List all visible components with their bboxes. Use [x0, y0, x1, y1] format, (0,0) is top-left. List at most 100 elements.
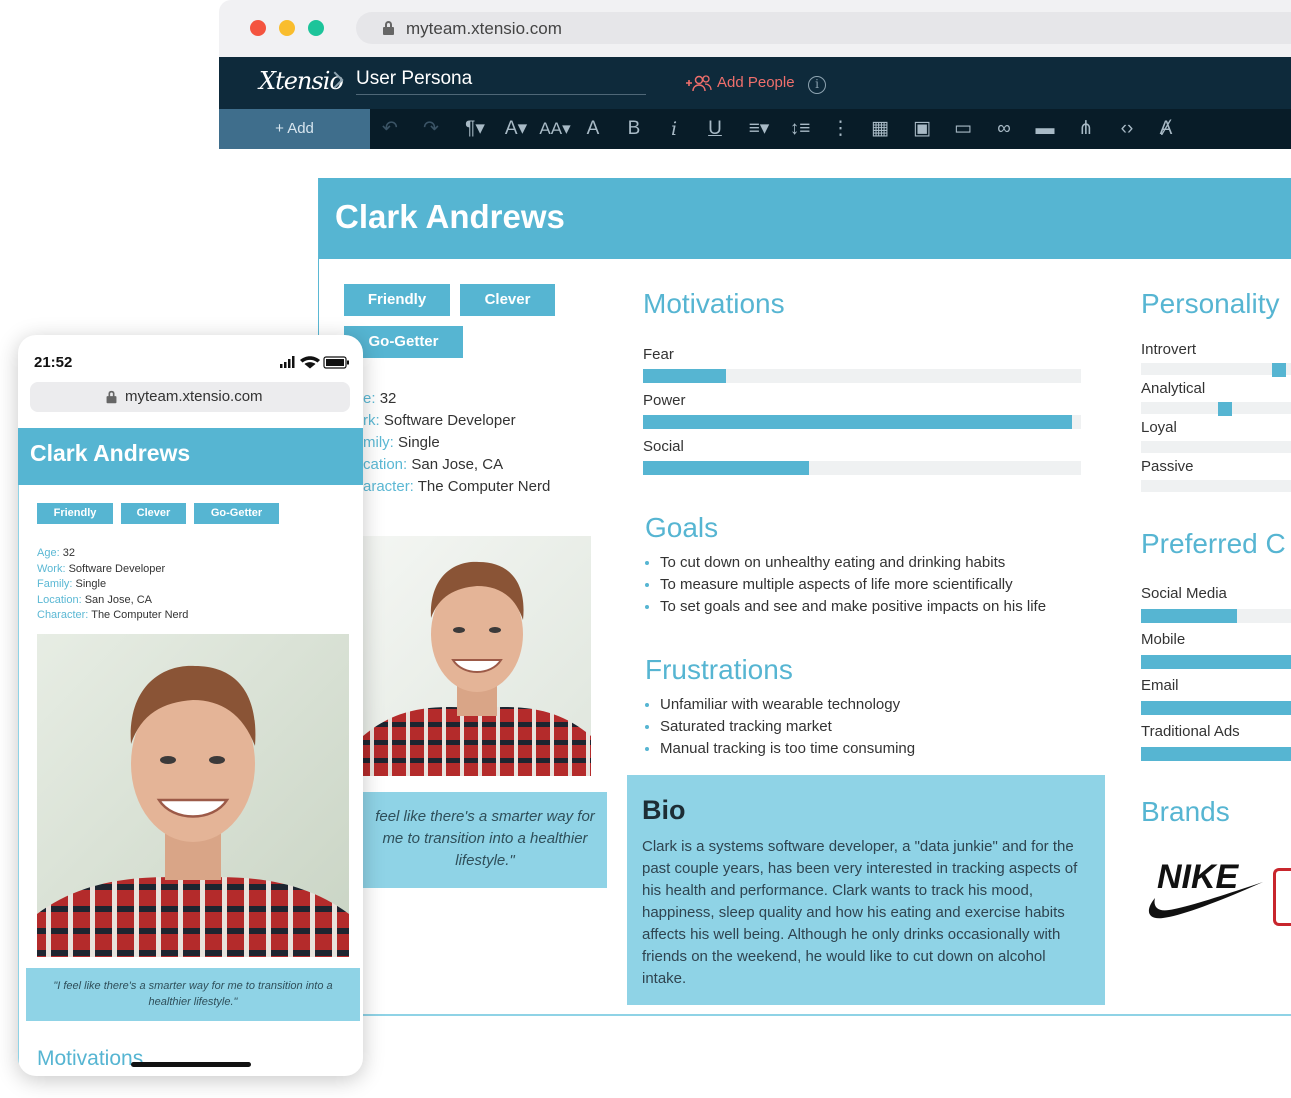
persona-quote[interactable]: feel like there's a smarter way for me t…: [363, 792, 607, 888]
mobile-tag-friendly[interactable]: Friendly: [37, 503, 113, 524]
text-highlight-icon[interactable]: A: [583, 109, 603, 149]
editor-toolbar: + Add ↶ ↷ ¶▾ A▾ AA▾ A B i U ≡▾ ↕≡ ⋮ ▦ ▣ …: [219, 109, 1291, 149]
brands-title[interactable]: Brands: [1141, 796, 1230, 828]
lock-icon: [383, 21, 394, 35]
personality-slider-introvert[interactable]: [1141, 363, 1291, 377]
bio-section[interactable]: Bio Clark is a systems software develope…: [627, 775, 1105, 1005]
add-people-button[interactable]: Add People: [685, 74, 795, 92]
channel-label-mobile: Mobile: [1141, 631, 1186, 648]
motivation-label-power: Power: [643, 392, 686, 409]
table-icon[interactable]: ▦: [868, 109, 892, 149]
persona-document: Clark Andrews Friendly Clever Go-Getter …: [318, 178, 1291, 1016]
info-work: rk: Software Developer: [363, 412, 516, 429]
mobile-tag-go-getter[interactable]: Go-Getter: [194, 503, 279, 524]
embed-code-icon[interactable]: ‹›: [1114, 109, 1140, 149]
list-item[interactable]: Unfamiliar with wearable technology: [643, 694, 1093, 716]
info-location: cation: San Jose, CA: [363, 456, 504, 473]
motivations-title[interactable]: Motivations: [643, 288, 785, 320]
channel-bar-email[interactable]: [1141, 701, 1291, 715]
paragraph-icon[interactable]: ¶▾: [458, 109, 492, 149]
browser-chrome: myteam.xtensio.com: [219, 0, 1291, 57]
status-icons: [280, 356, 349, 369]
personality-slider-passive[interactable]: [1141, 480, 1291, 492]
list-item[interactable]: To cut down on unhealthy eating and drin…: [643, 552, 1093, 574]
mobile-info-list: Age: 32 Work: Software Developer Family:…: [37, 546, 188, 624]
share-icon[interactable]: ⋔: [1074, 109, 1098, 149]
nike-logo[interactable]: NIKE: [1141, 852, 1265, 924]
frustrations-title[interactable]: Frustrations: [645, 654, 793, 686]
mobile-tag-clever[interactable]: Clever: [121, 503, 186, 524]
font-color-icon[interactable]: A▾: [500, 109, 532, 149]
lock-icon: [106, 390, 117, 404]
underline-icon[interactable]: U: [705, 109, 725, 149]
motivation-bar-fear[interactable]: [643, 369, 1081, 383]
goals-title[interactable]: Goals: [645, 512, 718, 544]
align-icon[interactable]: ≡▾: [742, 109, 776, 149]
svg-text:NIKE: NIKE: [1157, 858, 1240, 896]
mobile-info-location: Location: San Jose, CA: [37, 593, 152, 606]
motivation-label-social: Social: [643, 438, 684, 455]
mobile-persona-name[interactable]: Clark Andrews: [30, 440, 190, 467]
clear-format-icon[interactable]: Ⱥ: [1155, 109, 1177, 149]
slider-handle[interactable]: [1272, 363, 1286, 377]
app-navbar: Xtensio User Persona Add People i: [219, 57, 1291, 109]
list-item[interactable]: Saturated tracking market: [643, 716, 1093, 738]
minimize-window-button[interactable]: [279, 20, 295, 36]
font-size-icon[interactable]: AA▾: [537, 109, 573, 149]
info-age: e: 32: [363, 390, 397, 407]
address-bar[interactable]: myteam.xtensio.com: [356, 12, 1291, 44]
close-window-button[interactable]: [250, 20, 266, 36]
persona-photo[interactable]: [363, 536, 591, 776]
list-item[interactable]: Manual tracking is too time consuming: [643, 738, 1093, 760]
persona-name[interactable]: Clark Andrews: [335, 198, 565, 236]
motivation-bar-power[interactable]: [643, 415, 1081, 429]
channel-label-social-media: Social Media: [1141, 585, 1227, 602]
motivation-bar-social[interactable]: [643, 461, 1081, 475]
maximize-window-button[interactable]: [308, 20, 324, 36]
mobile-persona-photo[interactable]: [37, 634, 349, 957]
preferred-channels-title[interactable]: Preferred C: [1141, 528, 1286, 560]
mobile-motivations-title[interactable]: Motivations: [37, 1047, 143, 1071]
url-text: myteam.xtensio.com: [406, 19, 562, 38]
mobile-address-bar[interactable]: myteam.xtensio.com: [30, 382, 350, 412]
list-item[interactable]: To measure multiple aspects of life more…: [643, 574, 1093, 596]
tag-clever[interactable]: Clever: [460, 284, 555, 316]
desktop-browser-window: myteam.xtensio.com Xtensio User Persona …: [219, 0, 1291, 1098]
personality-label-loyal: Loyal: [1141, 419, 1177, 436]
document-title-underline: [356, 94, 646, 95]
personality-slider-loyal[interactable]: [1141, 441, 1291, 453]
line-height-icon[interactable]: ↕≡: [782, 109, 818, 149]
goals-list: To cut down on unhealthy eating and drin…: [643, 552, 1093, 618]
image-icon[interactable]: ▣: [910, 109, 934, 149]
personality-slider-analytical[interactable]: [1141, 402, 1291, 416]
list-item[interactable]: To set goals and see and make positive i…: [643, 596, 1093, 618]
slider-handle[interactable]: [1218, 402, 1232, 416]
mobile-info-character: Character: The Computer Nerd: [37, 609, 189, 622]
add-people-icon: [686, 75, 712, 92]
more-icon[interactable]: ⋮: [831, 109, 850, 149]
video-icon[interactable]: ▭: [951, 109, 975, 149]
add-people-label: Add People: [717, 74, 795, 91]
channel-bar-traditional-ads[interactable]: [1141, 747, 1291, 761]
home-indicator[interactable]: [131, 1062, 251, 1067]
italic-icon[interactable]: i: [666, 109, 682, 149]
redo-icon[interactable]: ↷: [420, 109, 442, 149]
mobile-url-text: myteam.xtensio.com: [125, 388, 263, 405]
personality-title[interactable]: Personality: [1141, 288, 1280, 320]
undo-icon[interactable]: ↶: [379, 109, 401, 149]
add-block-button[interactable]: + Add: [219, 109, 370, 149]
bold-icon[interactable]: B: [624, 109, 644, 149]
button-icon[interactable]: ▬: [1033, 109, 1057, 149]
tag-friendly[interactable]: Friendly: [344, 284, 450, 316]
info-character: aracter: The Computer Nerd: [363, 478, 551, 495]
channel-bar-social-media[interactable]: [1141, 609, 1291, 623]
link-icon[interactable]: ∞: [992, 109, 1016, 149]
status-time: 21:52: [34, 354, 73, 371]
channel-bar-mobile[interactable]: [1141, 655, 1291, 669]
channel-label-email: Email: [1141, 677, 1179, 694]
brand-logo-partial[interactable]: [1273, 868, 1291, 926]
mobile-persona-quote[interactable]: "I feel like there's a smarter way for m…: [26, 968, 360, 1021]
info-icon[interactable]: i: [808, 76, 826, 94]
personality-label-analytical: Analytical: [1141, 380, 1206, 397]
document-title[interactable]: User Persona: [356, 68, 472, 90]
